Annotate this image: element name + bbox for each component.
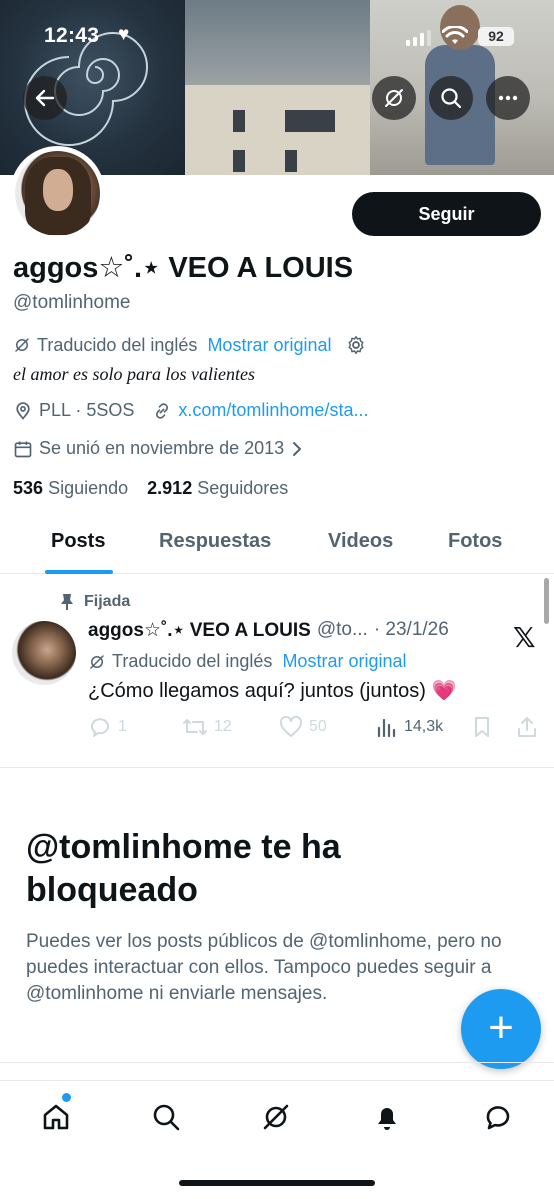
wifi-icon bbox=[442, 26, 468, 44]
grok-icon bbox=[385, 89, 403, 107]
signal-icon bbox=[406, 30, 431, 46]
home-notification-dot bbox=[62, 1093, 71, 1102]
reply-icon bbox=[91, 718, 109, 737]
post-text-body: ¿Cómo llegamos aquí? juntos (juntos) bbox=[88, 680, 426, 702]
nav-notifications[interactable] bbox=[369, 1099, 405, 1135]
calendar-icon bbox=[14, 441, 32, 457]
followers-count: 2.912 bbox=[147, 478, 193, 498]
more-options-button[interactable] bbox=[486, 76, 530, 120]
nav-grok[interactable] bbox=[258, 1099, 294, 1135]
grok-icon bbox=[15, 338, 29, 352]
profile-handle: @tomlinhome bbox=[13, 292, 131, 313]
tab-replies[interactable]: Respuestas bbox=[159, 530, 271, 553]
post-author-name[interactable]: aggos☆˚.⋆ VEO A LOUIS bbox=[88, 619, 311, 642]
reply-count: 1 bbox=[118, 718, 127, 735]
blocked-description: Puedes ver los posts públicos de @tomlin… bbox=[26, 931, 502, 1004]
profile-bio: el amor es solo para los valientes bbox=[13, 364, 255, 384]
following-stat[interactable]: 536 Siguiendo bbox=[13, 478, 128, 498]
home-indicator[interactable] bbox=[179, 1180, 375, 1186]
heart-outline-icon bbox=[279, 716, 303, 737]
share-icon bbox=[518, 717, 536, 737]
x-logo-icon: 𝕏 bbox=[513, 622, 536, 653]
battery-indicator: 92 bbox=[478, 27, 514, 46]
reply-button[interactable]: 1 bbox=[88, 716, 127, 738]
nav-messages[interactable] bbox=[480, 1099, 516, 1135]
pink-heart-emoji: 💗 bbox=[431, 680, 457, 702]
search-icon bbox=[153, 1104, 180, 1131]
divider bbox=[0, 1062, 554, 1063]
repost-icon bbox=[183, 719, 207, 735]
search-button[interactable] bbox=[429, 76, 473, 120]
follow-button[interactable]: Seguir bbox=[352, 192, 541, 236]
status-bar: 12:43 ♥ 92 bbox=[0, 0, 554, 60]
tab-posts[interactable]: Posts bbox=[51, 530, 105, 553]
back-button[interactable] bbox=[23, 76, 67, 120]
share-button[interactable] bbox=[516, 716, 538, 738]
nav-search[interactable] bbox=[148, 1099, 184, 1135]
message-bubble-icon bbox=[486, 1106, 510, 1130]
views-button[interactable]: 14,3k bbox=[376, 716, 443, 738]
location-pin-icon bbox=[16, 401, 30, 420]
post-date: · 23/1/26 bbox=[373, 619, 449, 640]
grok-icon bbox=[90, 654, 104, 669]
status-time: 12:43 bbox=[44, 24, 100, 47]
bell-icon bbox=[378, 1108, 396, 1130]
pinned-label: Fijada bbox=[84, 593, 131, 610]
post-translation-row: Traducido del inglés Mostrar original bbox=[88, 651, 406, 672]
search-icon bbox=[441, 88, 462, 109]
profile-joined-row[interactable]: Se unió en noviembre de 2013 bbox=[13, 438, 304, 459]
post-translated-label: Traducido del inglés bbox=[112, 651, 273, 671]
profile-joined-date: Se unió en noviembre de 2013 bbox=[39, 438, 285, 458]
followers-label: Seguidores bbox=[197, 478, 289, 498]
translated-label: Traducido del inglés bbox=[37, 334, 198, 355]
profile-avatar[interactable] bbox=[10, 146, 105, 241]
post-show-original-link[interactable]: Mostrar original bbox=[282, 651, 406, 672]
avatar-image bbox=[15, 151, 100, 236]
pinned-post[interactable]: Fijada aggos☆˚.⋆ VEO A LOUIS @to... · 23… bbox=[0, 575, 554, 768]
pin-icon bbox=[61, 594, 73, 610]
more-horizontal-icon bbox=[498, 95, 518, 101]
bio-translation-row: Traducido del inglés Mostrar original bbox=[13, 334, 367, 356]
grok-button[interactable] bbox=[372, 76, 416, 120]
like-button[interactable]: 50 bbox=[279, 716, 327, 738]
bookmark-button[interactable] bbox=[472, 716, 492, 738]
following-label: Siguiendo bbox=[48, 478, 129, 498]
tab-photos[interactable]: Fotos bbox=[448, 530, 502, 553]
blocked-title: @tomlinhome te ha bloqueado bbox=[26, 828, 341, 909]
home-icon bbox=[43, 1104, 69, 1130]
following-count: 536 bbox=[13, 478, 44, 498]
profile-display-name: aggos☆˚.⋆ VEO A LOUIS bbox=[13, 252, 354, 284]
post-actions: 1 12 50 14,3k bbox=[88, 716, 540, 744]
followers-stat[interactable]: 2.912 Seguidores bbox=[147, 478, 288, 498]
post-author-avatar[interactable] bbox=[12, 621, 76, 685]
repost-button[interactable]: 12 bbox=[182, 716, 232, 738]
post-author-handle: @to... bbox=[316, 619, 368, 640]
views-bar-chart-icon bbox=[377, 718, 396, 738]
scrollbar[interactable] bbox=[544, 578, 549, 624]
heart-icon: ♥ bbox=[118, 24, 130, 45]
tab-videos[interactable]: Videos bbox=[328, 530, 393, 553]
views-count: 14,3k bbox=[404, 718, 444, 735]
post-header: aggos☆˚.⋆ VEO A LOUIS @to... · 23/1/26 bbox=[88, 619, 449, 642]
like-count: 50 bbox=[309, 718, 327, 735]
pinned-label-row: Fijada bbox=[60, 593, 130, 611]
bottom-navigation bbox=[0, 1080, 554, 1150]
nav-home[interactable] bbox=[38, 1099, 74, 1135]
grok-icon bbox=[263, 1104, 289, 1130]
profile-meta-row: PLL · 5SOS x.com/tomlinhome/sta... bbox=[13, 400, 368, 421]
profile-stats: 536 Siguiendo 2.912 Seguidores bbox=[13, 478, 288, 499]
settings-gear-icon[interactable] bbox=[345, 334, 367, 356]
repost-count: 12 bbox=[214, 718, 232, 735]
profile-tabs: Posts Respuestas Videos Fotos bbox=[0, 516, 554, 574]
post-text: ¿Cómo llegamos aquí? juntos (juntos) 💗 bbox=[88, 678, 456, 703]
profile-website-link[interactable]: x.com/tomlinhome/sta... bbox=[178, 400, 368, 421]
bookmark-icon bbox=[475, 717, 489, 737]
profile-location: PLL · 5SOS bbox=[39, 400, 135, 420]
active-tab-indicator bbox=[45, 570, 113, 574]
link-icon bbox=[156, 402, 169, 419]
chevron-right-icon bbox=[293, 441, 302, 456]
show-original-link[interactable]: Mostrar original bbox=[207, 335, 331, 356]
arrow-left-icon bbox=[35, 89, 55, 107]
compose-post-button[interactable]: + bbox=[461, 989, 541, 1069]
